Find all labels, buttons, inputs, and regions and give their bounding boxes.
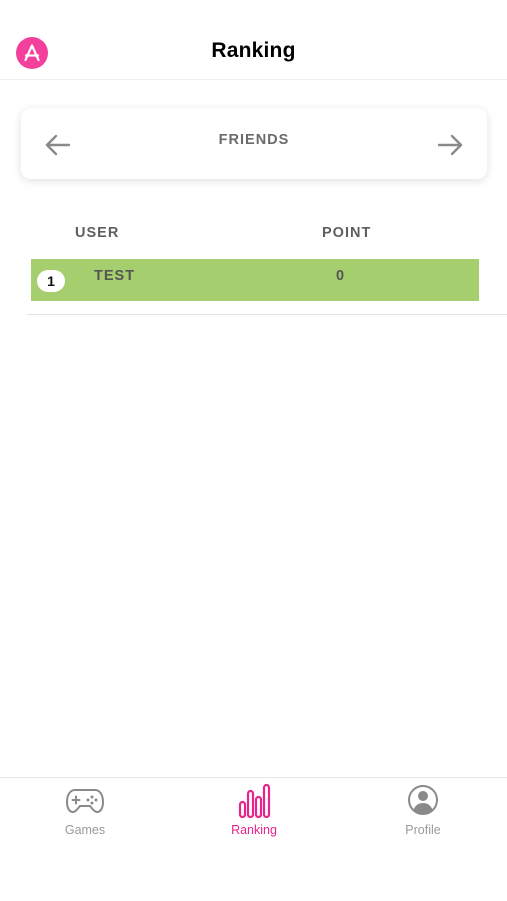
- row-user-name: TEST: [94, 268, 136, 284]
- scope-label: FRIENDS: [218, 132, 290, 148]
- tab-ranking[interactable]: Ranking: [194, 782, 314, 842]
- app-header: Ranking: [0, 0, 507, 80]
- page-title: Ranking: [211, 39, 296, 62]
- bar-chart-icon: [238, 783, 271, 818]
- ranking-scope-switcher: FRIENDS: [21, 108, 487, 179]
- tab-games[interactable]: Games: [25, 782, 145, 842]
- tab-profile-label: Profile: [405, 823, 441, 837]
- tab-profile[interactable]: Profile: [363, 782, 483, 842]
- bottom-tab-bar: Games Ranking Profile: [0, 777, 507, 901]
- rank-badge: 1: [37, 270, 65, 292]
- tab-ranking-label: Ranking: [231, 823, 277, 837]
- user-circle-icon: [408, 785, 438, 815]
- arrow-right-icon[interactable]: [435, 130, 465, 160]
- table-row[interactable]: 1 TEST 0: [31, 259, 479, 301]
- column-header-user: USER: [75, 225, 120, 241]
- column-header-point: POINT: [322, 225, 372, 241]
- gamepad-icon: [66, 789, 104, 813]
- tab-games-label: Games: [64, 823, 106, 837]
- row-points: 0: [336, 268, 345, 284]
- table-divider: [27, 314, 507, 315]
